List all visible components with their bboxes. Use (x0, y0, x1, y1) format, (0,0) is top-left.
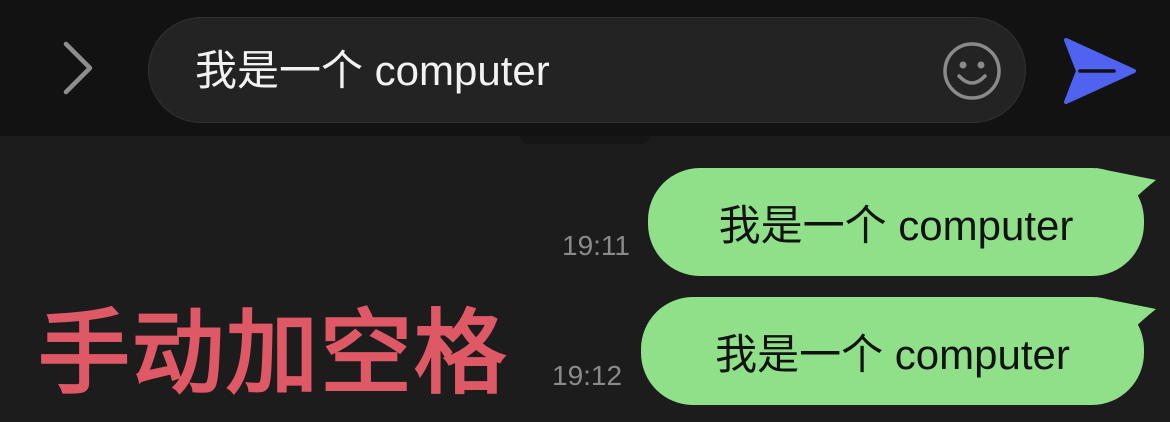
message-text: 我是一个 computer (718, 201, 1074, 249)
send-button[interactable] (1058, 34, 1138, 108)
message-bubble-body: 我是一个 computer (648, 168, 1144, 276)
annotation-text: 手动加空格 (38, 300, 509, 407)
smiley-icon (943, 42, 1001, 100)
message-timestamp: 19:12 (552, 360, 623, 391)
message-bubble[interactable]: 我是一个 computer (641, 297, 1158, 405)
message-timestamp: 19:11 (562, 230, 630, 261)
emoji-button[interactable] (941, 40, 1003, 102)
message-text: 我是一个 computer (715, 330, 1070, 378)
message-bubble[interactable]: 我是一个 computer (648, 168, 1158, 276)
message-input-bar: 我是一个 computer (0, 0, 1170, 136)
message-bubble-body: 我是一个 computer (641, 297, 1144, 405)
message-input[interactable]: 我是一个 computer (148, 17, 1026, 123)
chat-screen: 我是一个 computer 19:11 我是一个 computer 19:12 … (0, 0, 1170, 422)
message-input-text[interactable]: 我是一个 computer (195, 18, 550, 124)
send-arrow-icon (1064, 38, 1136, 104)
chevron-right-icon (63, 41, 93, 95)
input-bar-shadow (520, 136, 650, 144)
expand-button[interactable] (48, 36, 104, 100)
